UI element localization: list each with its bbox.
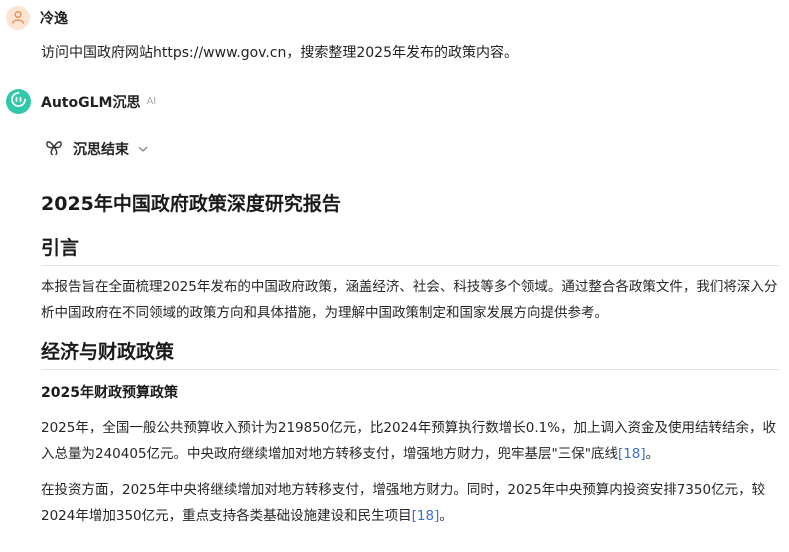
chat-page: 冷逸 访问中国政府网站https://www.gov.cn，搜索整理2025年发… [0,0,789,552]
intro-heading: 引言 [41,234,779,266]
econ-heading: 经济与财政政策 [41,338,779,370]
user-avatar [6,6,30,30]
user-icon [11,9,25,28]
budget-heading: 2025年财政预算政策 [41,385,178,401]
budget-p1-end: 。 [645,446,660,462]
budget-p2-end: 。 [439,508,453,524]
budget-paragraph-1: 2025年，全国一般公共预算收入预计为219850亿元，比2024年预算执行数增… [41,415,779,467]
user-header: 冷逸 [6,6,68,30]
budget-p2-text: 在投资方面，2025年中央将继续增加对地方转移支付，增强地方财力。同时，2025… [41,482,766,524]
assistant-avatar [6,89,31,114]
chevron-down-icon [137,143,149,155]
glm-logo-icon [10,91,27,112]
assistant-header: AutoGLM沉思 AI [6,89,156,114]
intro-paragraph: 本报告旨在全面梳理2025年发布的中国政府政策，涵盖经济、社会、科技等多个领域。… [41,279,778,321]
report-title: 2025年中国政府政策深度研究报告 [41,193,341,215]
butterfly-icon [44,137,64,161]
citation-link[interactable]: [18] [412,508,440,524]
report-content: 2025年中国政府政策深度研究报告 引言 本报告旨在全面梳理2025年发布的中国… [41,190,779,529]
citation-link[interactable]: [18] [618,446,646,462]
ai-badge: AI [146,96,157,107]
assistant-name: AutoGLM沉思 [41,94,141,111]
user-name: 冷逸 [40,11,68,27]
user-message: 访问中国政府网站https://www.gov.cn，搜索整理2025年发布的政… [41,45,518,61]
thinking-toggle[interactable]: 沉思结束 [44,137,149,161]
budget-paragraph-2: 在投资方面，2025年中央将继续增加对地方转移支付，增强地方财力。同时，2025… [41,477,779,529]
thinking-status: 沉思结束 [73,142,129,158]
budget-p1-text: 2025年，全国一般公共预算收入预计为219850亿元，比2024年预算执行数增… [41,420,777,462]
